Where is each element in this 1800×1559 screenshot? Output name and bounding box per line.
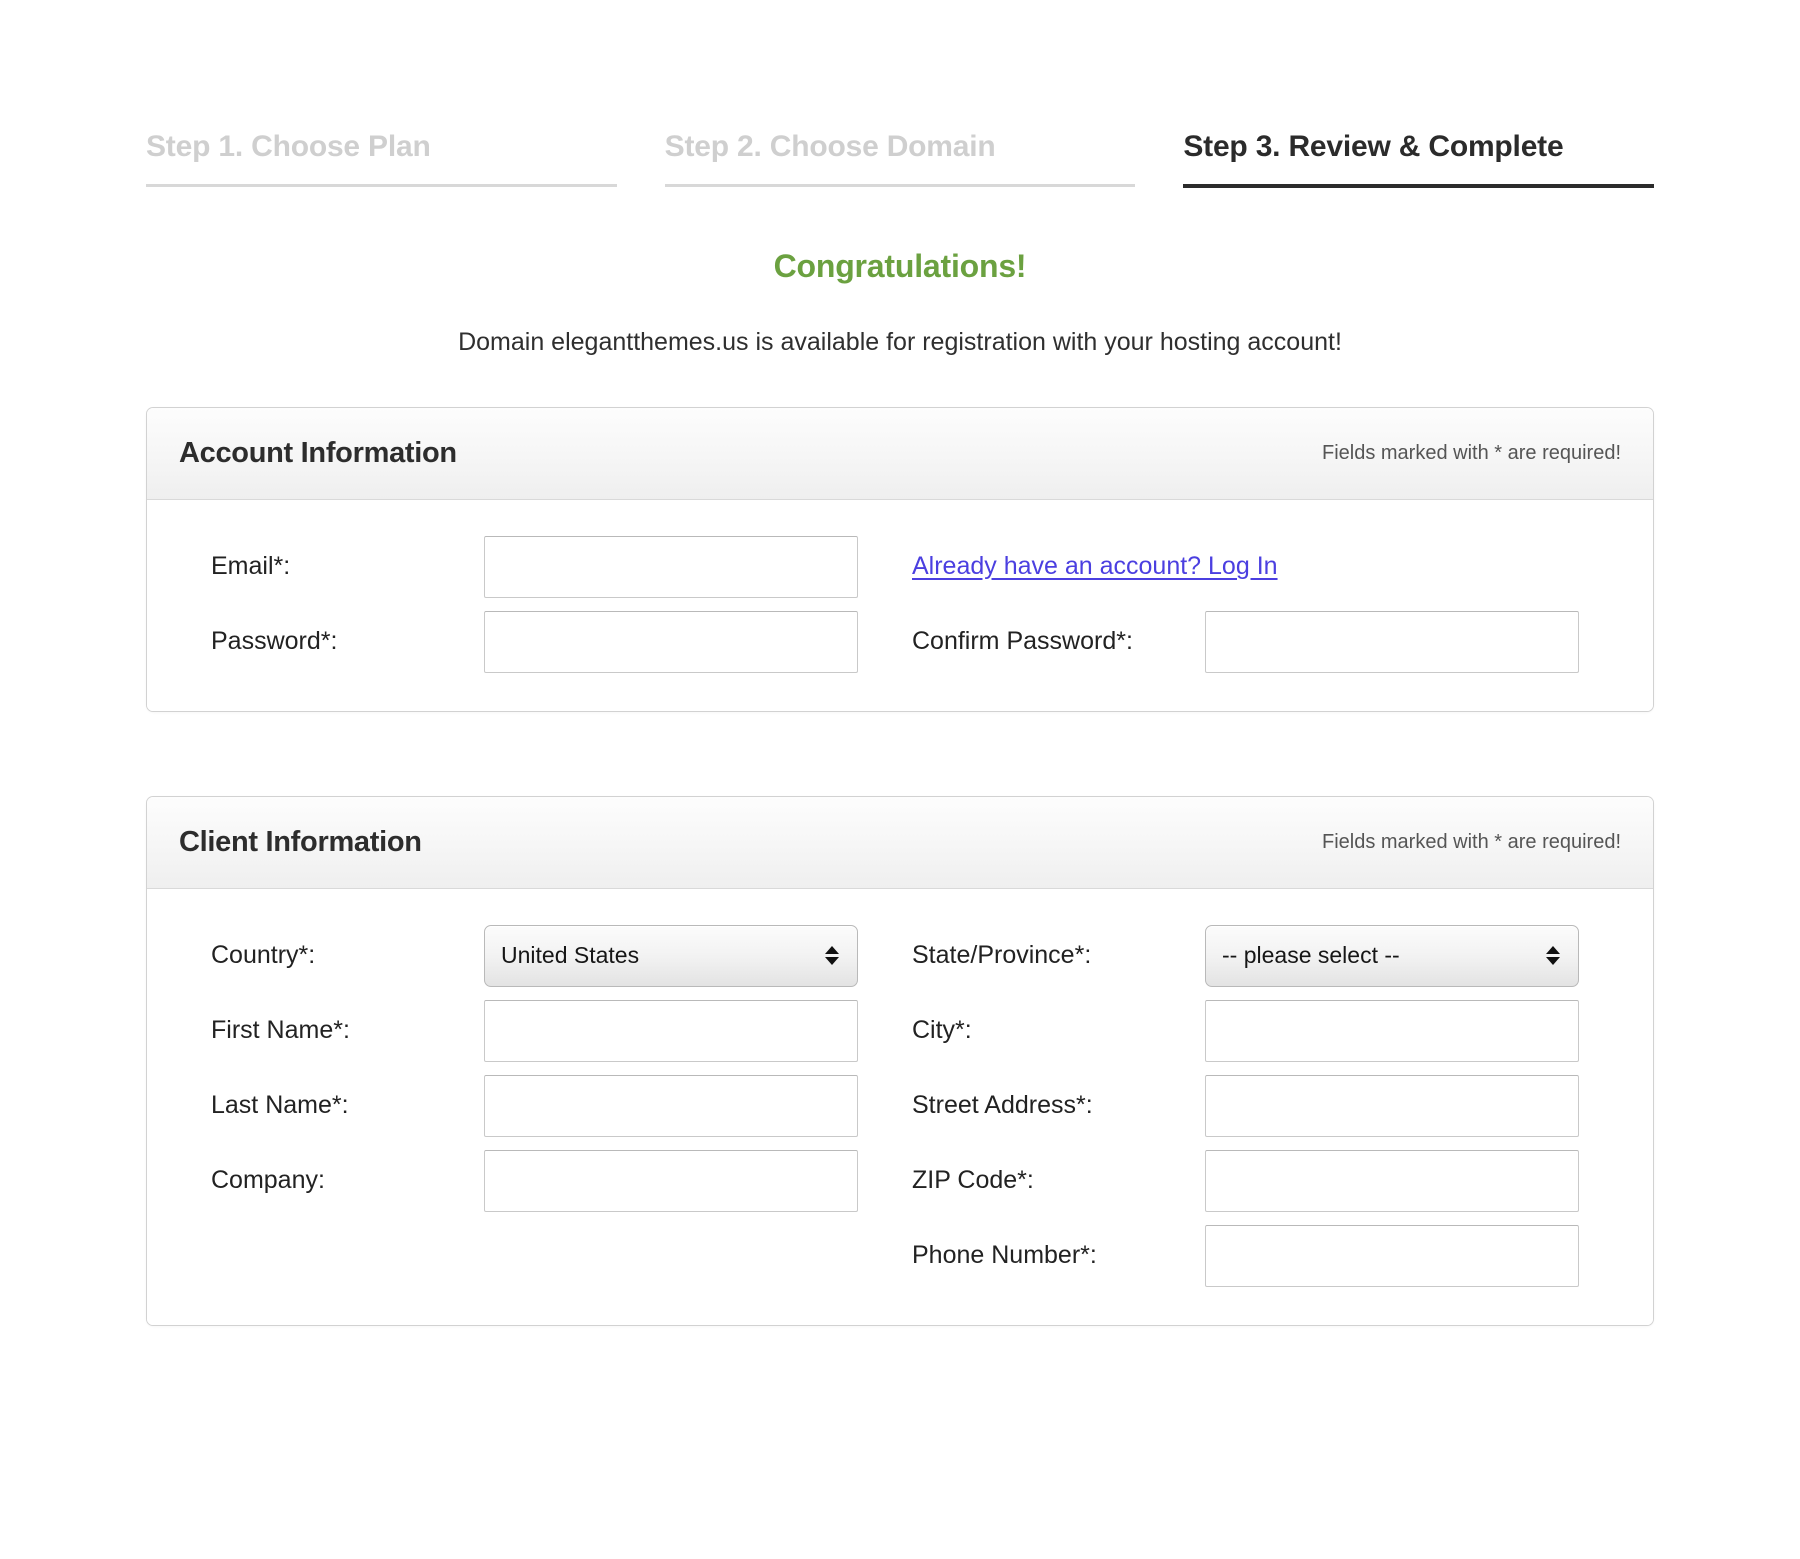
company-label: Company:	[211, 1166, 325, 1194]
email-row: Email*: Already have an account? Log In	[179, 535, 1621, 598]
first-name-input[interactable]	[484, 999, 858, 1062]
street-address-input[interactable]	[1205, 1074, 1579, 1137]
zip-code-label: ZIP Code*:	[912, 1166, 1034, 1194]
city-input[interactable]	[1205, 999, 1579, 1062]
phone-number-input-wrap	[1205, 1224, 1621, 1287]
confirm-password-input[interactable]	[1205, 610, 1579, 673]
street-address-label: Street Address*:	[912, 1091, 1093, 1119]
account-information-panel: Account Information Fields marked with *…	[146, 406, 1654, 712]
last-name-label: Last Name*:	[211, 1091, 349, 1119]
password-label: Password*:	[211, 627, 338, 655]
zip-code-input-wrap	[1205, 1149, 1621, 1212]
password-input-wrap	[484, 610, 900, 673]
street-address-field-group: Street Address*:	[900, 1074, 1621, 1137]
step-tab-choose-plan[interactable]: Step 1. Choose Plan	[146, 128, 617, 187]
state-province-label: State/Province*:	[912, 941, 1092, 969]
step-tab-choose-domain[interactable]: Step 2. Choose Domain	[664, 128, 1136, 187]
country-select-wrap: United States	[484, 924, 900, 987]
email-label: Email*:	[211, 552, 291, 580]
company-input[interactable]	[484, 1149, 858, 1212]
account-panel-header: Account Information Fields marked with *…	[147, 407, 1653, 500]
account-panel-title: Account Information	[179, 436, 457, 469]
country-select[interactable]: United States	[484, 924, 858, 987]
company-input-wrap	[484, 1149, 900, 1212]
state-select-wrap: -- please select --	[1205, 924, 1621, 987]
step-tab-choose-plan-label: Step 1. Choose Plan	[146, 130, 431, 163]
first-name-label: First Name*:	[211, 1016, 350, 1044]
country-label: Country*:	[211, 941, 316, 969]
phone-number-field-group: Phone Number*:	[900, 1224, 1621, 1287]
zip-code-field-group: ZIP Code*:	[900, 1149, 1621, 1212]
client-required-fields-note: Fields marked with * are required!	[1321, 830, 1621, 853]
street-address-input-wrap	[1205, 1074, 1621, 1137]
password-field-group: Password*:	[179, 610, 900, 673]
zip-code-input[interactable]	[1205, 1149, 1579, 1212]
domain-availability-message: Domain elegantthemes.us is available for…	[458, 327, 1342, 356]
step-tab-review-complete[interactable]: Step 3. Review & Complete	[1183, 128, 1655, 188]
step-progress-nav: Step 1. Choose Plan Step 2. Choose Domai…	[0, 0, 1800, 188]
chevron-updown-icon	[1536, 946, 1570, 965]
last-name-input-wrap	[484, 1074, 900, 1137]
email-input[interactable]	[484, 535, 858, 598]
first-name-field-group: First Name*:	[179, 999, 900, 1062]
chevron-updown-icon	[815, 946, 849, 965]
congratulations-heading: Congratulations!	[773, 247, 1027, 284]
step-tab-review-complete-label: Step 3. Review & Complete	[1183, 130, 1564, 163]
already-have-account-login-link[interactable]: Already have an account? Log In	[912, 552, 1278, 581]
phone-number-input[interactable]	[1205, 1224, 1579, 1287]
password-row: Password*: Confirm Password*:	[179, 610, 1621, 673]
client-information-panel: Client Information Fields marked with * …	[146, 795, 1654, 1326]
state-province-select-value: -- please select --	[1222, 942, 1400, 968]
confirm-password-input-wrap	[1205, 610, 1621, 673]
account-panel-body: Email*: Already have an account? Log In …	[147, 499, 1653, 711]
company-field-group: Company:	[179, 1149, 900, 1212]
step-tab-choose-domain-label: Step 2. Choose Domain	[664, 130, 996, 163]
last-name-field-group: Last Name*:	[179, 1074, 900, 1137]
country-state-row: Country*: United States State/Province*:…	[179, 924, 1621, 987]
lastname-street-row: Last Name*: Street Address*:	[179, 1074, 1621, 1137]
account-required-fields-note: Fields marked with * are required!	[1321, 441, 1621, 464]
password-input[interactable]	[484, 610, 858, 673]
state-province-select[interactable]: -- please select --	[1205, 924, 1579, 987]
company-zip-row: Company: ZIP Code*:	[179, 1149, 1621, 1212]
city-input-wrap	[1205, 999, 1621, 1062]
firstname-city-row: First Name*: City*:	[179, 999, 1621, 1062]
country-field-group: Country*: United States	[179, 924, 900, 987]
confirm-password-field-group: Confirm Password*:	[900, 610, 1621, 673]
city-label: City*:	[912, 1016, 972, 1044]
state-field-group: State/Province*: -- please select --	[900, 924, 1621, 987]
country-select-value: United States	[501, 942, 640, 968]
email-input-wrap	[484, 535, 900, 598]
phone-row: Phone Number*:	[179, 1224, 1621, 1287]
client-panel-title: Client Information	[179, 825, 422, 858]
first-name-input-wrap	[484, 999, 900, 1062]
city-field-group: City*:	[900, 999, 1621, 1062]
client-panel-body: Country*: United States State/Province*:…	[147, 888, 1653, 1325]
login-link-cell: Already have an account? Log In	[900, 552, 1621, 581]
last-name-input[interactable]	[484, 1074, 858, 1137]
confirm-password-label: Confirm Password*:	[912, 627, 1133, 655]
checkout-page: Step 1. Choose Plan Step 2. Choose Domai…	[0, 0, 1800, 1559]
client-panel-header: Client Information Fields marked with * …	[147, 796, 1653, 889]
email-field-group: Email*:	[179, 535, 900, 598]
phone-number-label: Phone Number*:	[912, 1241, 1097, 1269]
